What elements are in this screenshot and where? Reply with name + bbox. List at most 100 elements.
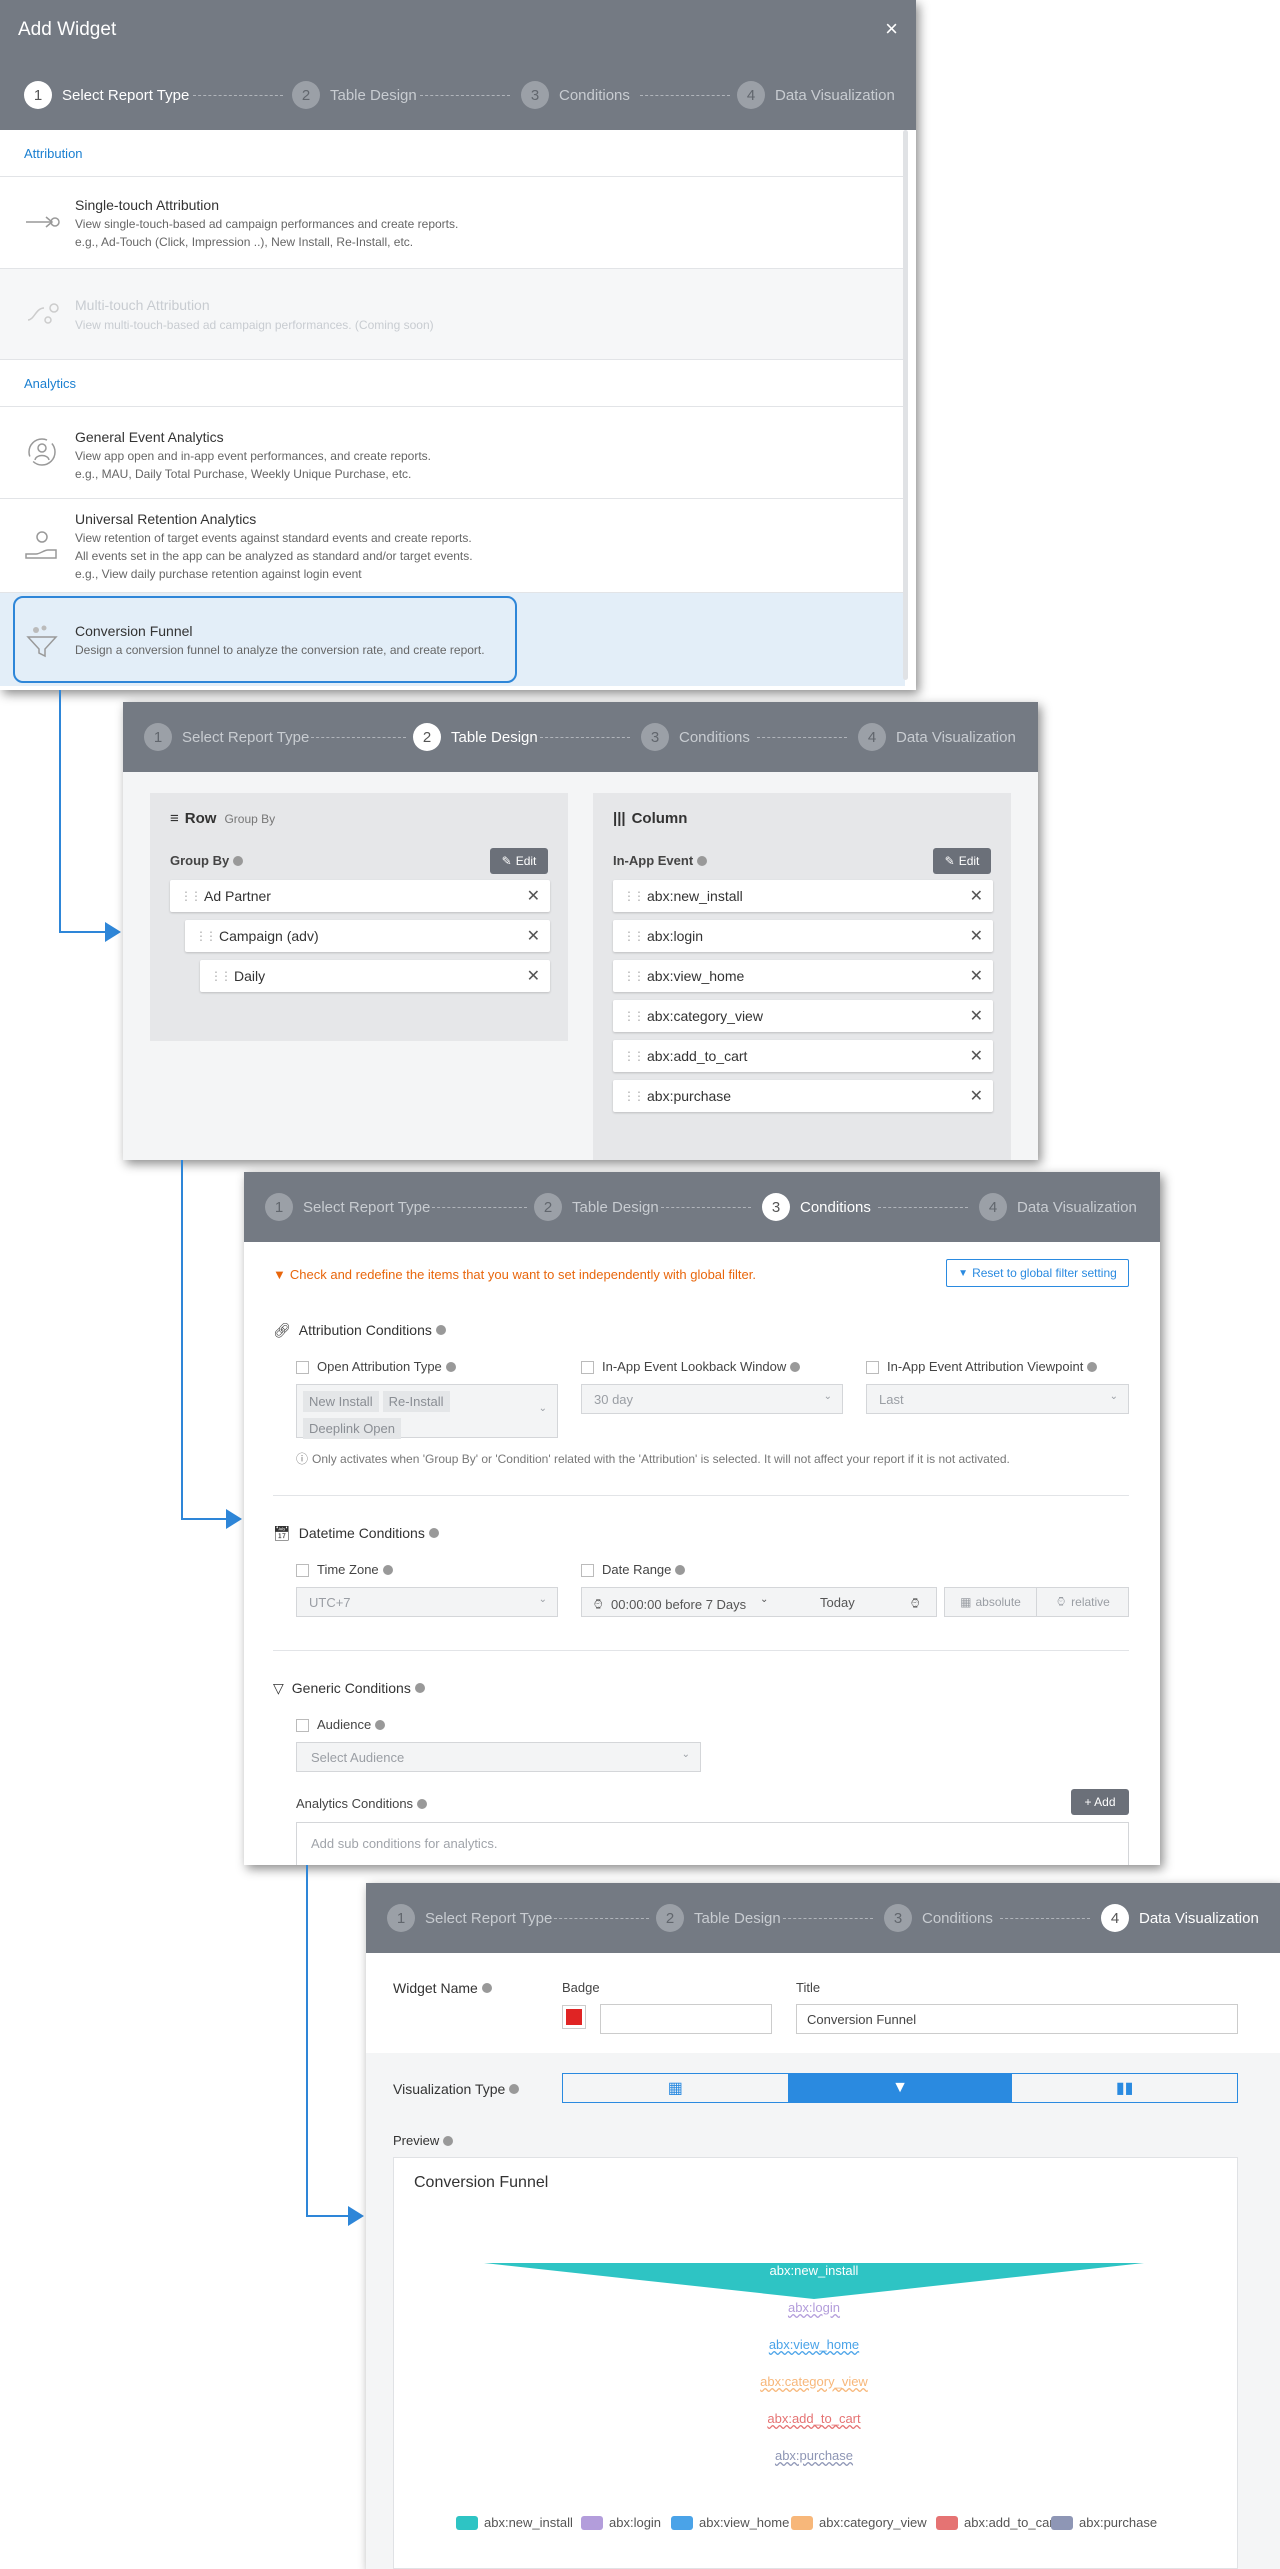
open-attribution-checkbox[interactable] — [296, 1361, 309, 1375]
step-2[interactable]: 2 Table Design — [413, 702, 538, 772]
drag-grip-icon[interactable]: ⋮⋮ — [623, 1089, 645, 1103]
funnel-icon: ▼ — [892, 2079, 908, 2096]
link-icon: 🔗︎ — [273, 1322, 291, 1338]
step-3[interactable]: 3 Conditions — [521, 60, 630, 130]
close-icon[interactable]: ✕ — [527, 886, 540, 906]
info-icon — [445, 1361, 456, 1372]
badge-input[interactable] — [600, 2004, 772, 2034]
table-view-button[interactable]: ▦ — [563, 2074, 788, 2102]
audience-checkbox[interactable] — [296, 1719, 309, 1733]
close-icon[interactable]: ✕ — [970, 1046, 983, 1066]
column-chip[interactable]: ⋮⋮ abx:view_home ✕ — [613, 960, 993, 992]
table-icon: ▦ — [667, 2080, 683, 2097]
analytics-conditions-label: Analytics Conditions — [296, 1796, 414, 1811]
close-icon[interactable]: × — [885, 16, 898, 42]
legend-item[interactable]: abx:add_to_cart — [936, 2515, 1057, 2530]
badge-color-picker[interactable] — [562, 2005, 586, 2029]
analytics-conditions-box[interactable]: Add sub conditions for analytics. — [296, 1822, 1129, 1865]
step-4[interactable]: 4 Data Visualization — [858, 702, 1016, 772]
row-edit-button[interactable]: ✎ Edit — [490, 848, 548, 874]
step-1[interactable]: 1 Select Report Type — [24, 60, 189, 130]
general-event-analytics-option[interactable]: General Event Analytics View app open an… — [0, 407, 905, 499]
scrollbar[interactable] — [903, 130, 908, 680]
badge-color-swatch — [566, 2009, 582, 2025]
date-range-checkbox[interactable] — [581, 1564, 594, 1578]
column-chip[interactable]: ⋮⋮ abx:add_to_cart ✕ — [613, 1040, 993, 1072]
step-2[interactable]: 2 Table Design — [534, 1172, 659, 1242]
stepper: 1 Select Report Type 2 Table Design 3 Condi… — [0, 60, 916, 130]
absolute-button[interactable]: ▦ absolute — [945, 1588, 1037, 1616]
universal-retention-analytics-option[interactable]: Universal Retention Analytics View reten… — [0, 499, 905, 593]
drag-grip-icon[interactable]: ⋮⋮ — [180, 889, 202, 903]
conversion-funnel-option[interactable]: Conversion Funnel Design a conversion fu… — [0, 593, 905, 686]
legend-item[interactable]: abx:new_install — [456, 2515, 573, 2530]
close-icon[interactable]: ✕ — [970, 886, 983, 906]
reset-global-filter-button[interactable]: ▼ Reset to global filter setting — [946, 1259, 1129, 1287]
row-chip[interactable]: ⋮⋮ Daily ✕ — [200, 960, 550, 992]
lookback-select[interactable]: 30 day ⌄ — [581, 1384, 843, 1414]
column-chip[interactable]: ⋮⋮ abx:new_install ✕ — [613, 880, 993, 912]
legend-item[interactable]: abx:category_view — [791, 2515, 927, 2530]
info-icon — [1087, 1361, 1098, 1372]
lookback-checkbox[interactable] — [581, 1361, 594, 1375]
drag-grip-icon[interactable]: ⋮⋮ — [623, 929, 645, 943]
divider — [273, 1495, 1129, 1496]
column-edit-button[interactable]: ✎ Edit — [933, 848, 991, 874]
column-chip[interactable]: ⋮⋮ abx:purchase ✕ — [613, 1080, 993, 1112]
legend-item[interactable]: abx:view_home — [671, 2515, 789, 2530]
close-icon[interactable]: ✕ — [970, 1086, 983, 1106]
drag-grip-icon[interactable]: ⋮⋮ — [210, 969, 232, 983]
legend-item[interactable]: abx:purchase — [1051, 2515, 1157, 2530]
legend-item[interactable]: abx:login — [581, 2515, 661, 2530]
step-1[interactable]: 1 Select Report Type — [387, 1883, 552, 1953]
funnel-stage-label: abx:new_install — [769, 2263, 859, 2278]
legend-swatch — [456, 2515, 478, 2530]
row-chip[interactable]: ⋮⋮ Ad Partner ✕ — [170, 880, 550, 912]
column-chip[interactable]: ⋮⋮ abx:login ✕ — [613, 920, 993, 952]
row-chip[interactable]: ⋮⋮ Campaign (adv) ✕ — [185, 920, 550, 952]
timezone-select[interactable]: UTC+7 ⌄ — [296, 1587, 558, 1617]
viewpoint-select[interactable]: Last ⌄ — [866, 1384, 1129, 1414]
close-icon[interactable]: ✕ — [970, 1006, 983, 1026]
drag-grip-icon[interactable]: ⋮⋮ — [195, 929, 217, 943]
drag-grip-icon[interactable]: ⋮⋮ — [623, 1009, 645, 1023]
close-icon[interactable]: ✕ — [970, 966, 983, 986]
step-1[interactable]: 1 Select Report Type — [265, 1172, 430, 1242]
timezone-checkbox[interactable] — [296, 1564, 309, 1578]
info-icon — [382, 1564, 393, 1575]
pencil-icon: ✎ — [501, 854, 512, 868]
step-4[interactable]: 4 Data Visualization — [737, 60, 895, 130]
close-icon[interactable]: ✕ — [527, 926, 540, 946]
bar-chart-icon: ▮▮ — [1115, 2080, 1134, 2097]
step-3[interactable]: 3 Conditions — [884, 1883, 993, 1953]
funnel-stage-label: abx:login — [787, 2300, 841, 2315]
info-icon — [435, 1325, 446, 1336]
drag-grip-icon[interactable]: ⋮⋮ — [623, 1049, 645, 1063]
info-icon — [790, 1361, 801, 1372]
title-input[interactable]: Conversion Funnel — [796, 2004, 1238, 2034]
bar-chart-view-button[interactable]: ▮▮ — [1012, 2074, 1237, 2102]
open-attribution-select[interactable]: New Install Re-InstallDeeplink Open ⌄ — [296, 1384, 558, 1439]
drag-grip-icon[interactable]: ⋮⋮ — [623, 969, 645, 983]
relative-button[interactable]: ⌚︎ relative — [1037, 1588, 1128, 1616]
step-3[interactable]: 3 Conditions — [641, 702, 750, 772]
chevron-down-icon: ⌄ — [823, 1391, 832, 1402]
audience-select[interactable]: Select Audience ⌄ — [296, 1742, 701, 1772]
selection-highlight — [13, 596, 517, 683]
viewpoint-checkbox[interactable] — [866, 1361, 879, 1375]
date-range-picker[interactable]: ⌚︎ 00:00:00 before 7 Days ⌄ Today ⌚︎ — [581, 1587, 937, 1617]
step-1[interactable]: 1 Select Report Type — [144, 702, 309, 772]
step-2[interactable]: 2 Table Design — [656, 1883, 781, 1953]
close-icon[interactable]: ✕ — [527, 966, 540, 986]
step-4[interactable]: 4 Data Visualization — [979, 1172, 1137, 1242]
legend-label: abx:add_to_cart — [964, 2515, 1058, 2530]
single-touch-attribution-option[interactable]: Single-touch Attribution View single-tou… — [0, 177, 905, 269]
step-4[interactable]: 4 Data Visualization — [1101, 1883, 1259, 1953]
step-3[interactable]: 3 Conditions — [762, 1172, 871, 1242]
column-chip[interactable]: ⋮⋮ abx:category_view ✕ — [613, 1000, 993, 1032]
drag-grip-icon[interactable]: ⋮⋮ — [623, 889, 645, 903]
add-condition-button[interactable]: + Add — [1071, 1789, 1129, 1815]
close-icon[interactable]: ✕ — [970, 926, 983, 946]
step-2[interactable]: 2 Table Design — [292, 60, 417, 130]
funnel-view-button[interactable]: ▼ — [787, 2074, 1013, 2102]
